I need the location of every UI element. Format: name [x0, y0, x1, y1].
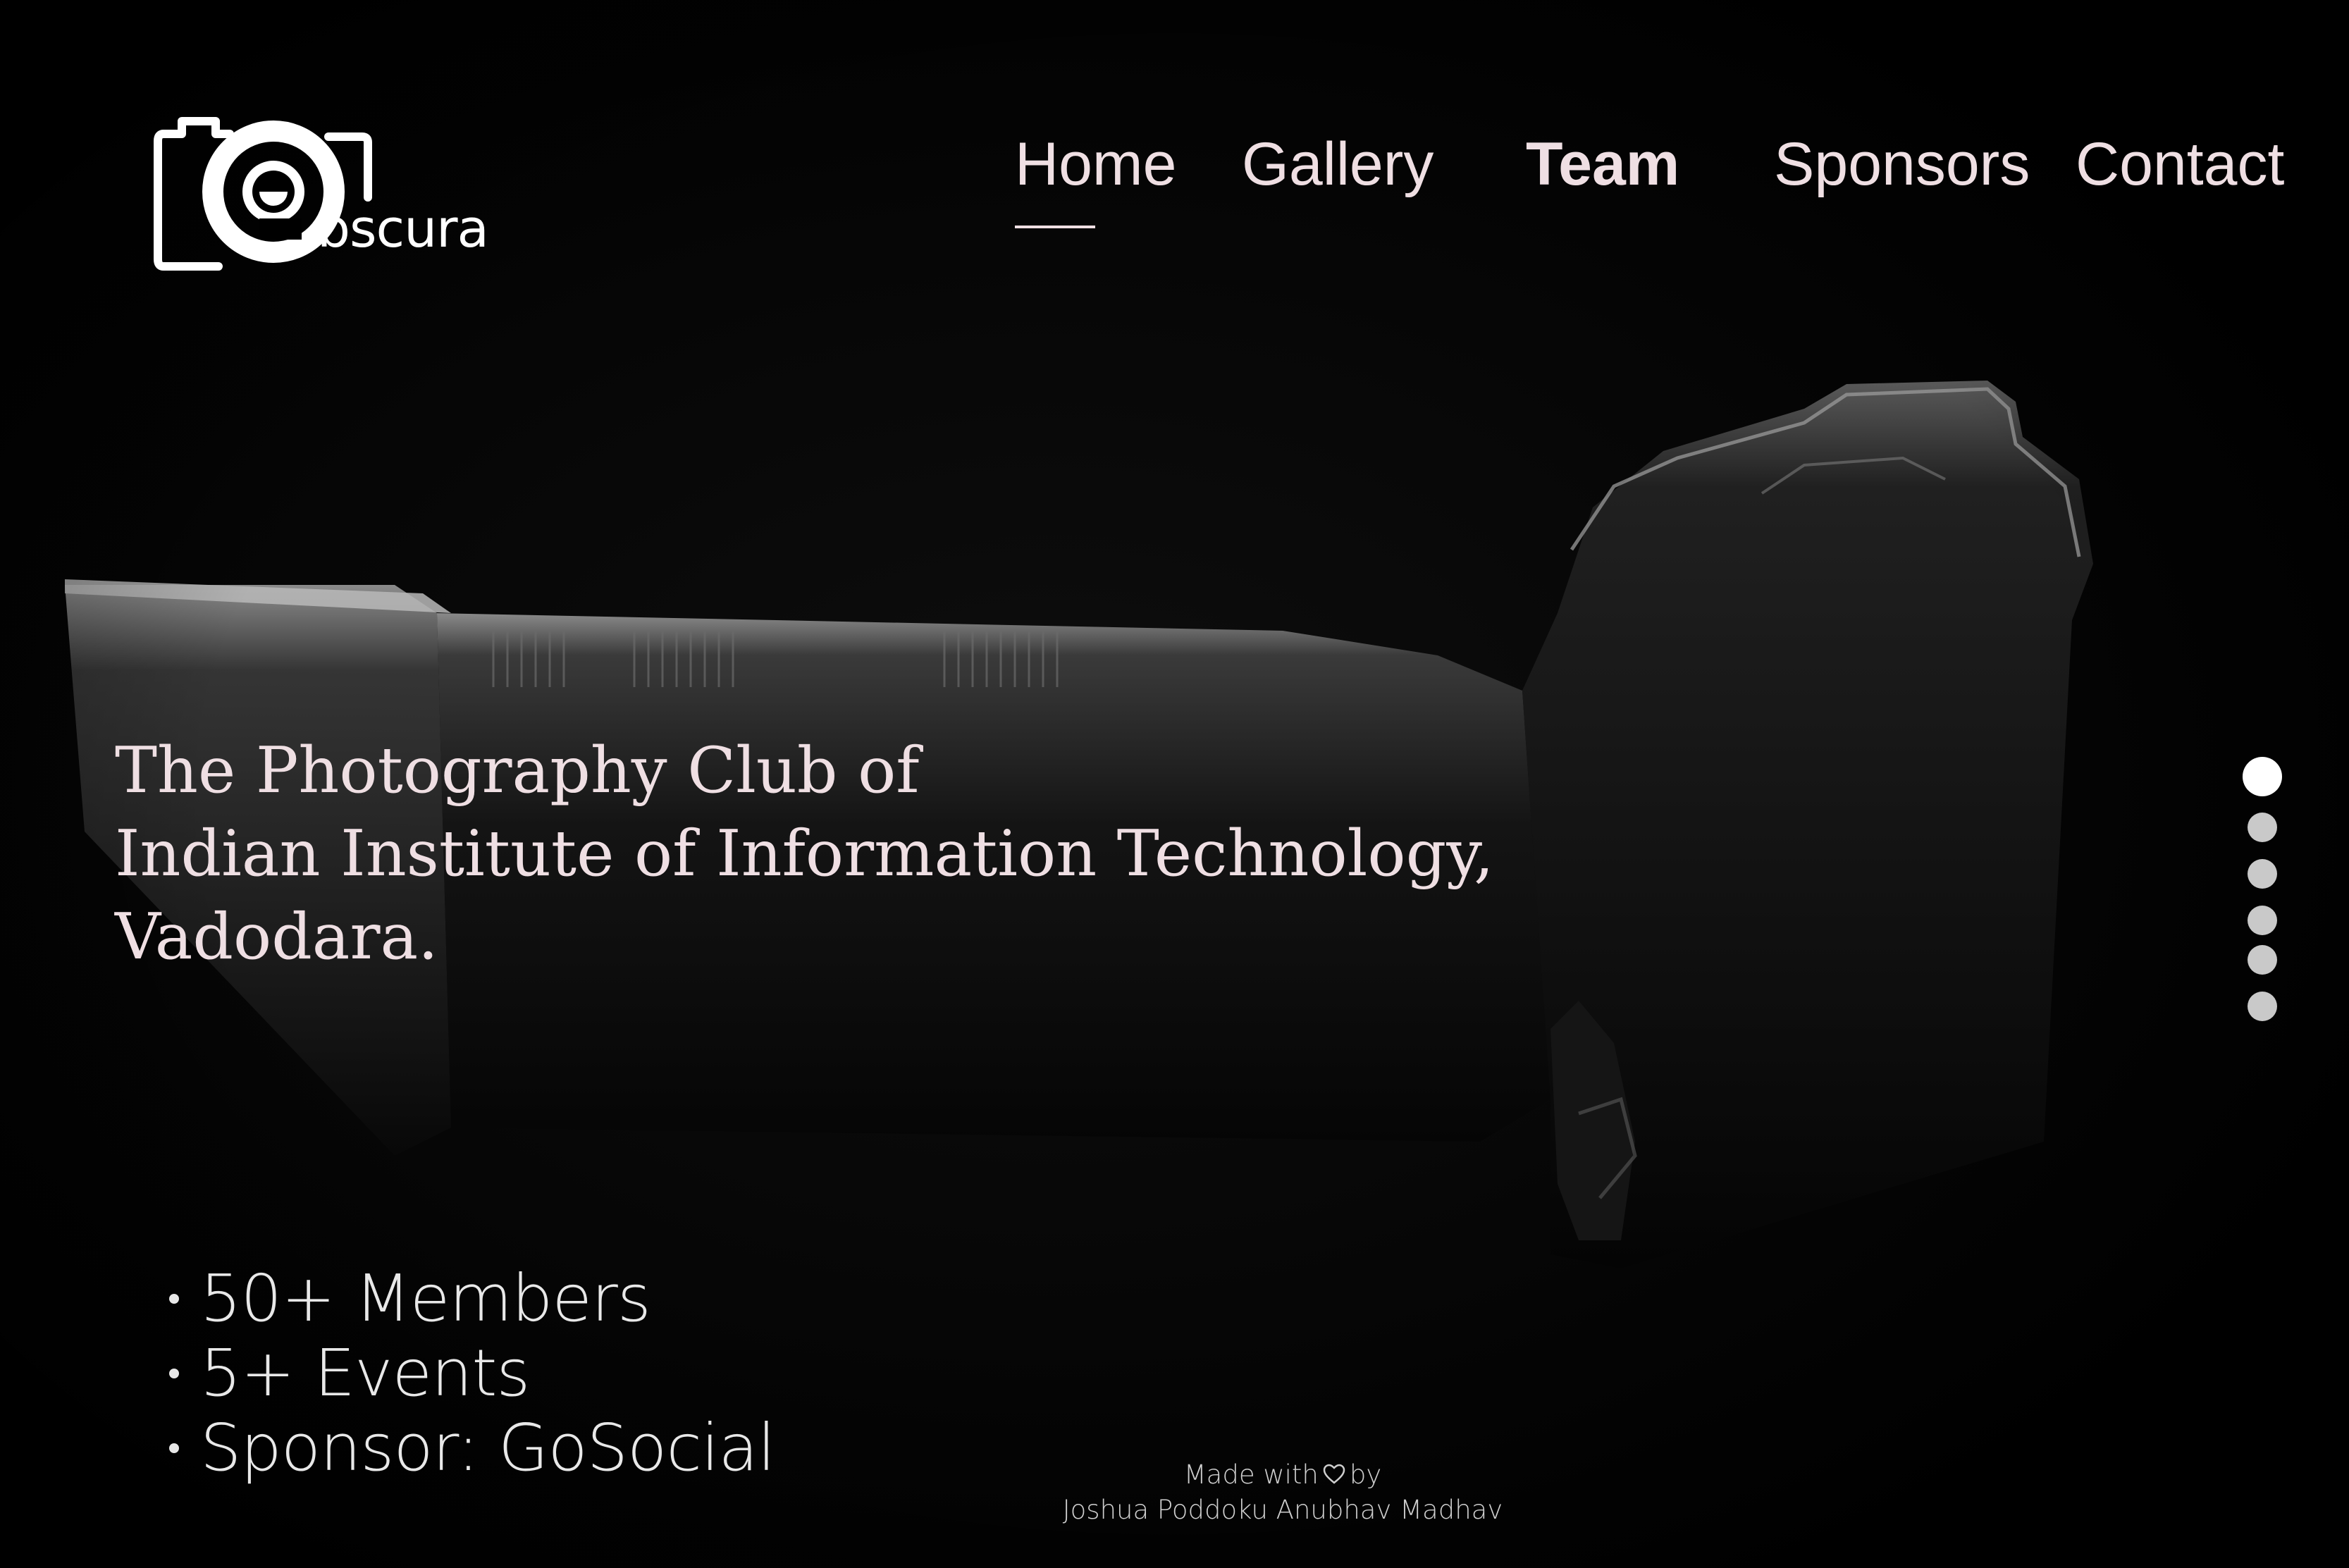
club-stats-list: 50+ Members 5+ Events Sponsor: GoSocial — [169, 1261, 775, 1486]
logo-wordmark: bscura — [317, 199, 489, 259]
authors-line: Joshua Poddoku Anubhav Madhav — [1062, 1495, 1503, 1525]
footer-credits: Made with by Joshua Poddoku Anubhav Madha… — [1029, 1457, 1536, 1528]
nav-home-link[interactable]: Home — [1015, 134, 1176, 195]
stat-members: 50+ Members — [200, 1261, 651, 1336]
made-with-line: Made with by — [1029, 1457, 1536, 1493]
nav-contact-link[interactable]: Contact — [2076, 134, 2284, 195]
headline-line: The Photography Club of — [115, 734, 920, 808]
bullet-icon — [169, 1293, 179, 1304]
bullet-icon — [169, 1443, 179, 1453]
stat-item: 50+ Members — [169, 1261, 775, 1336]
stat-item: 5+ Events — [169, 1336, 775, 1411]
slide-dot[interactable] — [2248, 813, 2277, 842]
slide-dot[interactable] — [2248, 992, 2277, 1021]
stat-item: Sponsor: GoSocial — [169, 1411, 775, 1486]
heart-icon — [1323, 1464, 1345, 1484]
nav-sponsors-link[interactable]: Sponsors — [1774, 134, 2030, 195]
nav-active-underline — [1015, 226, 1095, 228]
hero-headline: The Photography Club of Indian Institute… — [115, 729, 1494, 979]
headline-line: Vadodara. — [115, 900, 438, 974]
slide-dot[interactable] — [2248, 945, 2277, 975]
slide-dot[interactable] — [2248, 906, 2277, 935]
nav-gallery-link[interactable]: Gallery — [1242, 134, 1434, 195]
made-with-text: Made with — [1183, 1459, 1319, 1490]
bullet-icon — [169, 1368, 179, 1378]
nav-team-link[interactable]: Team — [1526, 134, 1679, 195]
slide-dot-active[interactable] — [2243, 757, 2282, 796]
slide-dot[interactable] — [2248, 859, 2277, 889]
stat-sponsor: Sponsor: GoSocial — [200, 1410, 775, 1486]
page: bscura Home Gallery Team Sponsors Contac… — [0, 0, 2349, 1568]
obscura-logo[interactable]: bscura — [154, 113, 489, 282]
headline-line: Indian Institute of Information Technolo… — [115, 817, 1494, 891]
stat-events: 5+ Events — [200, 1335, 530, 1411]
by-text: by — [1349, 1459, 1382, 1490]
